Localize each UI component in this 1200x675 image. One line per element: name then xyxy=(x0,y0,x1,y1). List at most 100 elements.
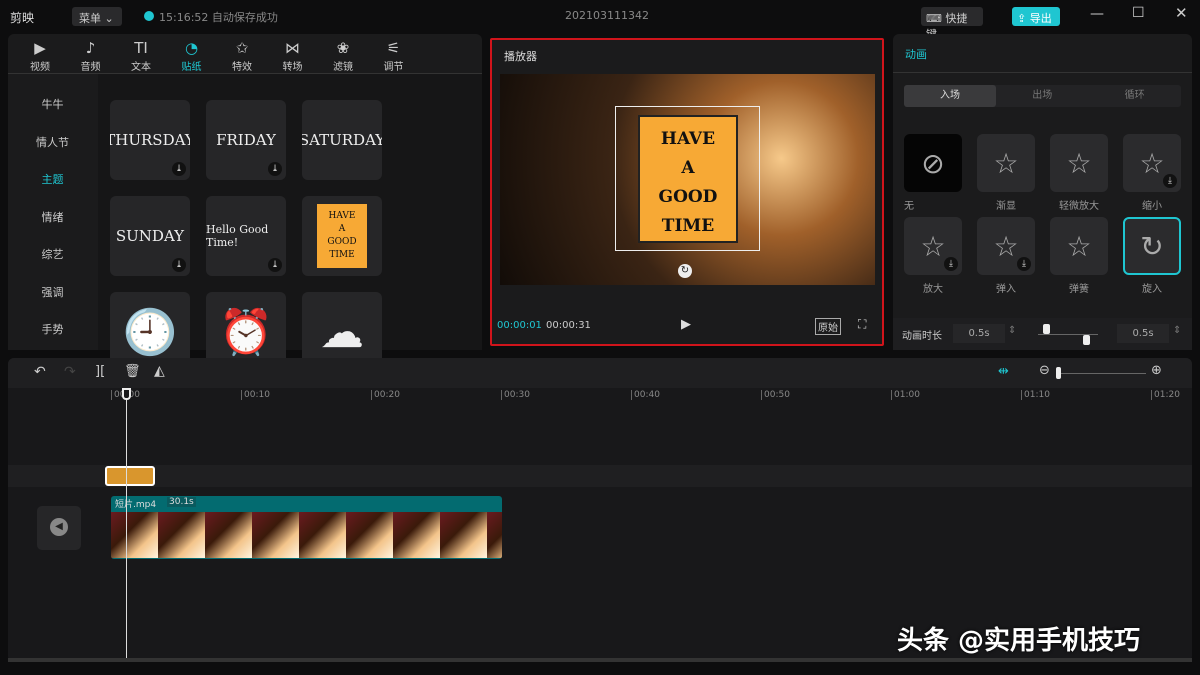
timeline-scrollbar[interactable] xyxy=(8,658,1192,662)
sticker-text: SUNDAY xyxy=(115,227,185,245)
audio-icon: ♪ xyxy=(85,39,96,57)
slider-handle-out[interactable] xyxy=(1083,335,1090,345)
sticker-have-a-good-time[interactable]: HAVE A GOOD TIME xyxy=(638,115,738,243)
animation-panel: 动画 入场 出场 循环 ⊘ 无 ☆ 渐显 ☆ 轻微放大 ☆ ⤓ 缩小 ☆ ⤓ 放大 ☆ ⤓ 弹入 ☆ 弹簧 ↻ 旋入 动… xyxy=(893,34,1192,350)
tab-transition[interactable]: ⋈ 转场 xyxy=(273,38,313,73)
app-logo: 剪映 xyxy=(10,11,35,25)
duration-in-input[interactable]: 0.5s xyxy=(953,324,1005,343)
play-button[interactable]: ▶ xyxy=(681,317,691,332)
zoom-in-icon[interactable]: ⊕ xyxy=(1151,363,1162,378)
ratio-button[interactable]: 原始 xyxy=(815,318,841,335)
video-clip[interactable]: 短片.mp4 30.1s xyxy=(111,496,502,559)
watermark: 头条 @实用手机技巧 xyxy=(897,626,1141,656)
animation-tab[interactable]: 入场 xyxy=(904,85,996,107)
tab-text[interactable]: TI 文本 xyxy=(121,38,161,73)
menu-button[interactable]: 菜单 ⌄ xyxy=(72,7,122,26)
download-icon[interactable]: ⤓ xyxy=(1017,257,1031,271)
duration-out-input[interactable]: 0.5s xyxy=(1117,324,1169,343)
animation-item[interactable]: ↻ xyxy=(1123,217,1181,275)
animation-item[interactable]: ☆ xyxy=(1050,217,1108,275)
animation-tab[interactable]: 出场 xyxy=(996,85,1088,107)
playhead[interactable] xyxy=(126,388,127,658)
tab-filter[interactable]: ❀ 滤镜 xyxy=(323,38,363,73)
animation-label: 轻微放大 xyxy=(1059,201,1099,212)
sticker-item[interactable]: SUNDAY ⤓ xyxy=(110,196,190,276)
slider-handle-in[interactable] xyxy=(1043,324,1050,334)
download-icon[interactable]: ⤓ xyxy=(172,258,186,272)
star-icon: ☆ xyxy=(920,229,946,263)
ruler-tick: 00:50 xyxy=(761,390,790,400)
category-item[interactable]: 牛牛 xyxy=(8,96,97,112)
fullscreen-icon[interactable]: ⛶ xyxy=(858,317,866,332)
category-item[interactable]: 情人节 xyxy=(8,134,97,150)
clip-name: 短片.mp4 xyxy=(115,500,157,510)
ruler-tick: 01:20 xyxy=(1151,390,1180,400)
animation-item[interactable]: ☆ ⤓ xyxy=(904,217,962,275)
star-icon: ☆ xyxy=(993,146,1019,180)
sticker-item[interactable]: THURSDAY ⤓ xyxy=(110,100,190,180)
zoom-slider[interactable] xyxy=(1056,373,1146,374)
animation-item[interactable]: ☆ ⤓ xyxy=(977,217,1035,275)
tab-adjust[interactable]: ⚟ 调节 xyxy=(374,38,414,73)
speaker-icon: ◀ xyxy=(50,518,68,536)
sticker-item[interactable]: FRIDAY ⤓ xyxy=(206,100,286,180)
player-panel: 播放器 HAVE A GOOD TIME ↻ 00:00:01 00:00:31… xyxy=(490,38,884,346)
animation-label: 弹入 xyxy=(996,284,1016,295)
animation-tab[interactable]: 循环 xyxy=(1089,85,1181,107)
tab-sticker[interactable]: ◔ 贴纸 xyxy=(172,38,212,73)
undo-icon[interactable]: ↶ xyxy=(34,364,46,380)
stepper-icon[interactable]: ⇕ xyxy=(1173,325,1181,336)
duration-label: 动画时长 xyxy=(902,331,942,342)
animation-item[interactable]: ☆ xyxy=(977,134,1035,192)
clip-duration: 30.1s xyxy=(167,497,196,507)
zoom-out-icon[interactable]: ⊖ xyxy=(1039,363,1050,378)
maximize-button[interactable]: ☐ xyxy=(1132,5,1145,21)
zoom-handle[interactable] xyxy=(1056,367,1061,379)
rotate-handle-icon[interactable]: ↻ xyxy=(678,264,692,278)
category-item[interactable]: 手势 xyxy=(8,321,97,337)
animation-item[interactable]: ⊘ xyxy=(904,134,962,192)
download-icon[interactable]: ⤓ xyxy=(268,258,282,272)
download-icon[interactable]: ⤓ xyxy=(268,162,282,176)
sticker-item[interactable]: Hello Good Time! ⤓ xyxy=(206,196,286,276)
shortcut-button[interactable]: ⌨ 快捷键 xyxy=(921,7,983,41)
animation-item[interactable]: ☆ xyxy=(1050,134,1108,192)
sticker-clip[interactable] xyxy=(105,466,155,486)
sticker-item[interactable]: SATURDAY xyxy=(302,100,382,180)
minimize-button[interactable]: — xyxy=(1090,6,1104,22)
tab-label: 音频 xyxy=(80,62,101,73)
audio-toggle[interactable]: ◀ xyxy=(37,506,81,550)
stepper-icon[interactable]: ⇕ xyxy=(1008,325,1016,336)
category-item[interactable]: 情绪 xyxy=(8,209,97,225)
export-button[interactable]: ⇪ 导出 xyxy=(1012,7,1060,26)
download-icon[interactable]: ⤓ xyxy=(172,162,186,176)
playhead-handle[interactable] xyxy=(122,388,131,400)
download-icon[interactable]: ⤓ xyxy=(944,257,958,271)
delete-icon[interactable]: 🗑 xyxy=(124,364,141,379)
tab-audio[interactable]: ♪ 音频 xyxy=(71,38,111,73)
ruler-tick: 01:10 xyxy=(1021,390,1050,400)
animation-item[interactable]: ☆ ⤓ xyxy=(1123,134,1181,192)
mirror-icon[interactable]: ◭ xyxy=(154,363,165,379)
sticker-text: ⏰ xyxy=(218,307,274,358)
tab-video[interactable]: ▶ 视频 xyxy=(20,38,60,73)
snap-icon[interactable]: ⇹ xyxy=(998,364,1009,379)
category-item[interactable]: 强调 xyxy=(8,284,97,300)
category-item[interactable]: 综艺 xyxy=(8,246,97,262)
ruler-tick: 00:30 xyxy=(501,390,530,400)
clip-thumbnails xyxy=(111,512,502,558)
download-icon[interactable]: ⤓ xyxy=(1163,174,1177,188)
star-icon: ☆ xyxy=(993,229,1019,263)
filter-icon: ❀ xyxy=(336,39,350,57)
close-button[interactable]: ✕ xyxy=(1175,4,1188,22)
sticker-item[interactable]: HAVE A GOOD TIME xyxy=(302,196,382,276)
video-preview[interactable]: HAVE A GOOD TIME ↻ xyxy=(500,74,875,285)
category-item[interactable]: 主题 xyxy=(8,171,97,187)
tab-effects[interactable]: ✩ 特效 xyxy=(222,38,262,73)
sticker-text: 🕘 xyxy=(122,307,178,358)
redo-icon[interactable]: ↷ xyxy=(64,364,76,380)
split-icon[interactable]: ][ xyxy=(95,364,105,379)
sticker-track xyxy=(8,465,1192,487)
tab-label: 特效 xyxy=(232,62,252,73)
ruler-tick: 00:20 xyxy=(371,390,400,400)
